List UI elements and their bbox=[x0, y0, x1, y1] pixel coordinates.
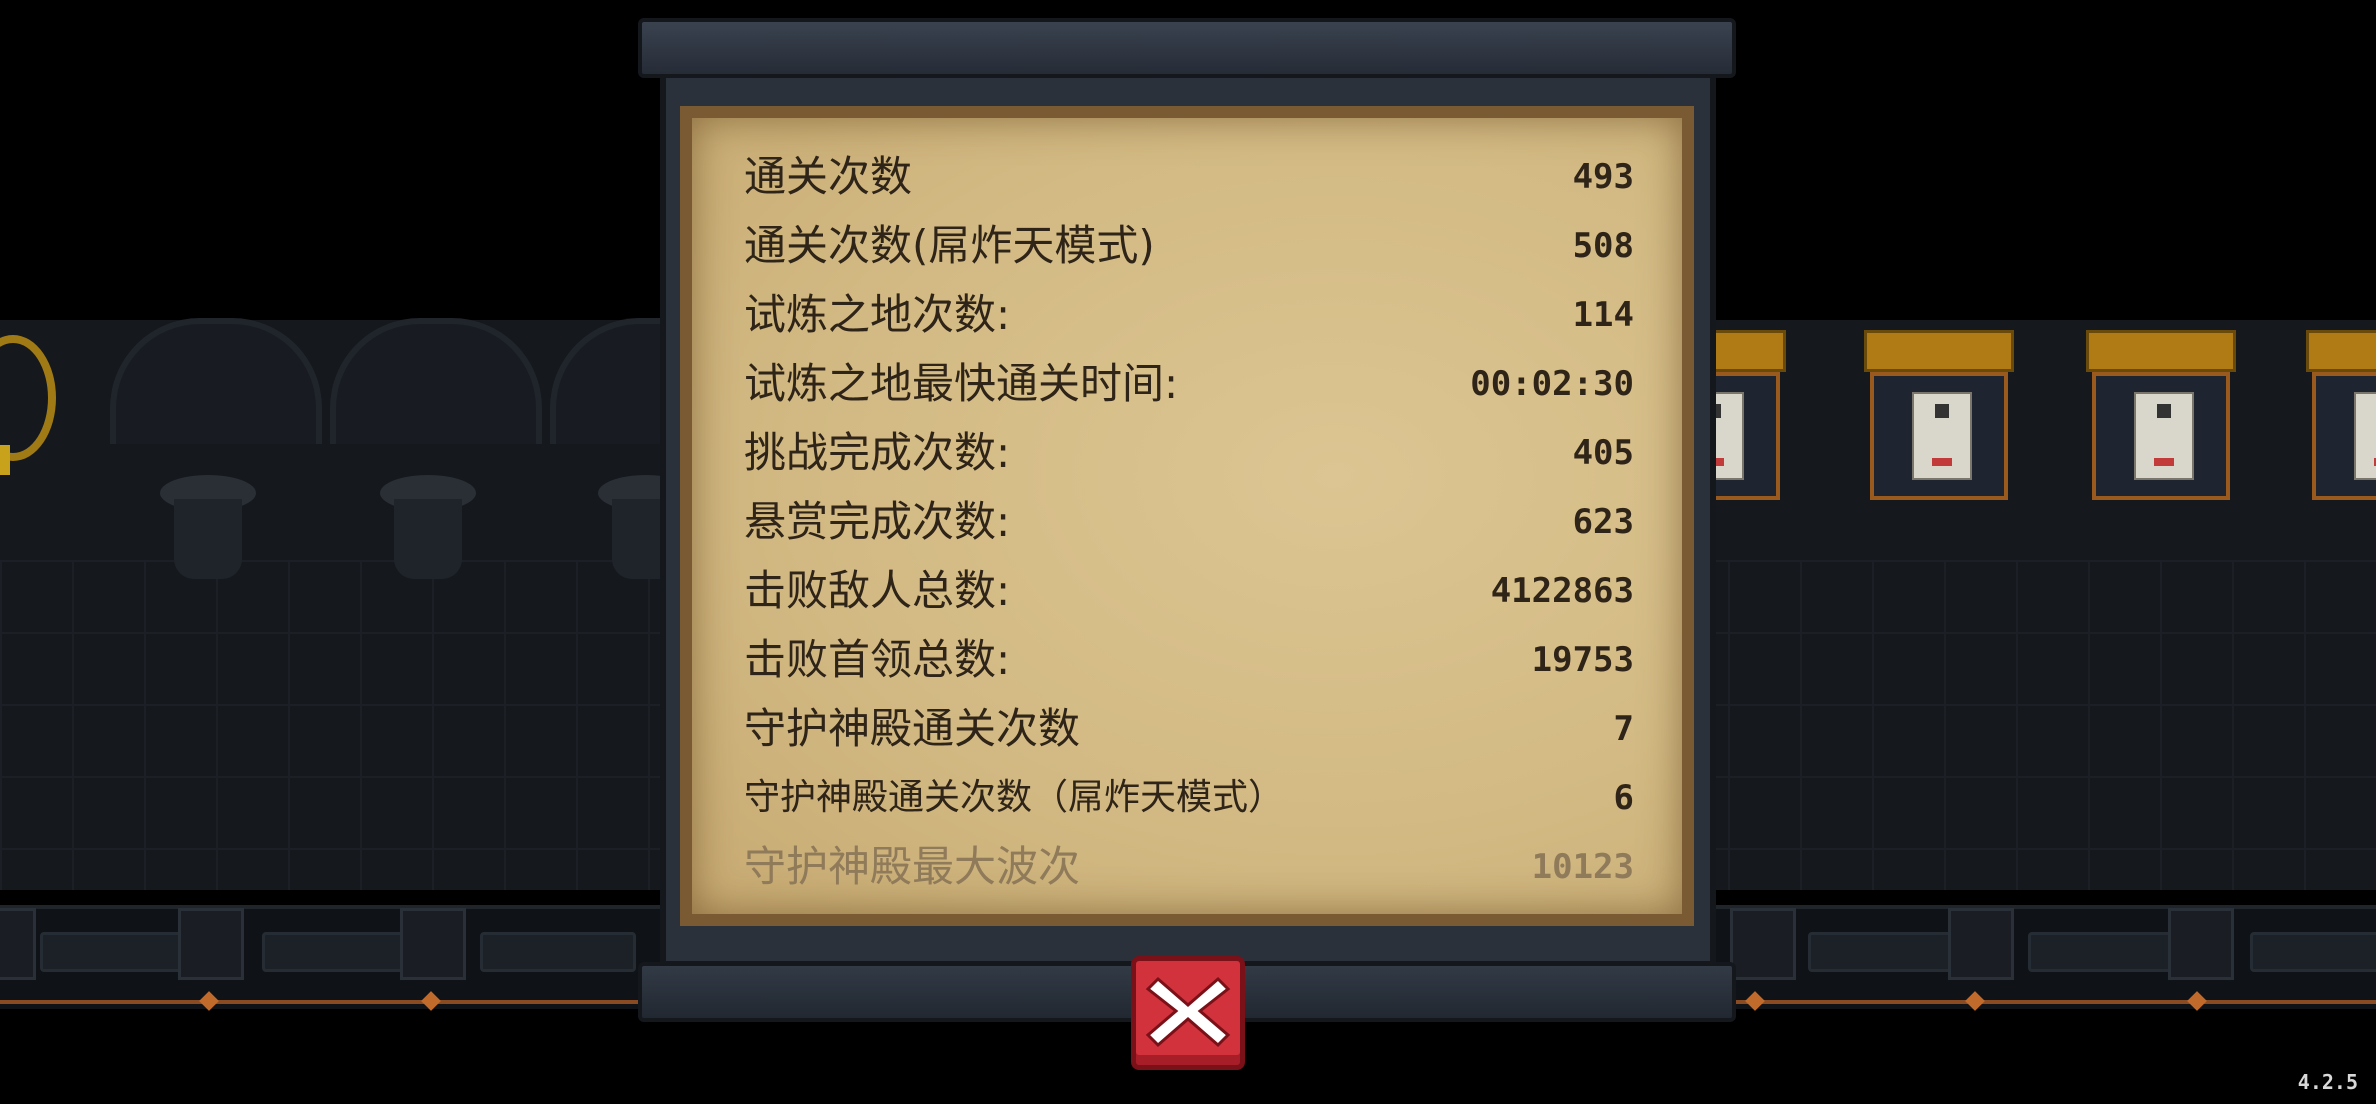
stat-label: 悬赏完成次数: bbox=[744, 497, 1011, 546]
stat-label: 挑战完成次数: bbox=[744, 428, 1011, 477]
stat-label: 通关次数(屌炸天模式) bbox=[744, 221, 1155, 270]
stat-value: 10123 bbox=[1531, 847, 1634, 887]
trim-slot bbox=[1808, 932, 1964, 972]
stat-label: 击败首领总数: bbox=[744, 635, 1011, 684]
trim-post bbox=[1730, 908, 1796, 980]
trim-slot bbox=[2028, 932, 2184, 972]
pillar bbox=[380, 475, 476, 585]
stat-row: 守护神殿最大波次 10123 bbox=[744, 837, 1634, 897]
scroll-rod-top bbox=[638, 18, 1736, 78]
stat-row: 悬赏完成次数: 623 bbox=[744, 492, 1634, 552]
game-screen: 通关次数 493 通关次数(屌炸天模式) 508 试炼之地次数: 114 试炼之地最快通关时… bbox=[0, 0, 2376, 1104]
stat-row: 守护神殿通关次数（屌炸天模式） 6 bbox=[744, 768, 1634, 828]
stat-row: 挑战完成次数: 405 bbox=[744, 423, 1634, 483]
trim-post bbox=[2168, 908, 2234, 980]
stat-row: 试炼之地次数: 114 bbox=[744, 285, 1634, 345]
trim-post bbox=[178, 908, 244, 980]
stat-value: 508 bbox=[1572, 226, 1634, 266]
stat-value: 623 bbox=[1572, 502, 1634, 542]
stat-value: 6 bbox=[1613, 778, 1634, 818]
trim-post bbox=[1948, 908, 2014, 980]
stat-label: 试炼之地最快通关时间: bbox=[744, 359, 1179, 408]
stat-value: 7 bbox=[1613, 709, 1634, 749]
stat-label: 守护神殿通关次数 bbox=[744, 704, 1081, 753]
trim-slot bbox=[480, 932, 636, 972]
golden-statue bbox=[0, 335, 56, 505]
pillar bbox=[160, 475, 256, 585]
stat-label: 守护神殿通关次数（屌炸天模式） bbox=[744, 777, 1285, 818]
stat-row: 通关次数 493 bbox=[744, 147, 1634, 207]
stat-label: 通关次数 bbox=[744, 152, 913, 201]
trim-post bbox=[400, 908, 466, 980]
trim-slot bbox=[2250, 932, 2376, 972]
version-label: 4.2.5 bbox=[2297, 1070, 2358, 1094]
stat-row: 守护神殿通关次数 7 bbox=[744, 699, 1634, 759]
display-frame[interactable] bbox=[2086, 330, 2236, 500]
stat-value: 19753 bbox=[1531, 640, 1634, 680]
stat-row: 通关次数(屌炸天模式) 508 bbox=[744, 216, 1634, 276]
display-frame[interactable] bbox=[1864, 330, 2014, 500]
trim-post bbox=[0, 908, 36, 980]
trim-slot bbox=[40, 932, 196, 972]
display-frame[interactable] bbox=[2306, 330, 2376, 500]
stat-label: 击败敌人总数: bbox=[744, 566, 1011, 615]
close-icon bbox=[1145, 976, 1231, 1048]
stat-row: 击败首领总数: 19753 bbox=[744, 630, 1634, 690]
stat-value: 493 bbox=[1572, 157, 1634, 197]
close-button[interactable] bbox=[1131, 956, 1245, 1070]
stat-label: 试炼之地次数: bbox=[744, 290, 1011, 339]
stat-value: 4122863 bbox=[1490, 571, 1634, 611]
stat-row: 试炼之地最快通关时间: 00:02:30 bbox=[744, 354, 1634, 414]
stat-value: 405 bbox=[1572, 433, 1634, 473]
stat-value: 00:02:30 bbox=[1470, 364, 1634, 404]
stat-row: 击败敌人总数: 4122863 bbox=[744, 561, 1634, 621]
stat-label: 守护神殿最大波次 bbox=[744, 842, 1081, 891]
stat-value: 114 bbox=[1572, 295, 1634, 335]
trim-slot bbox=[262, 932, 418, 972]
